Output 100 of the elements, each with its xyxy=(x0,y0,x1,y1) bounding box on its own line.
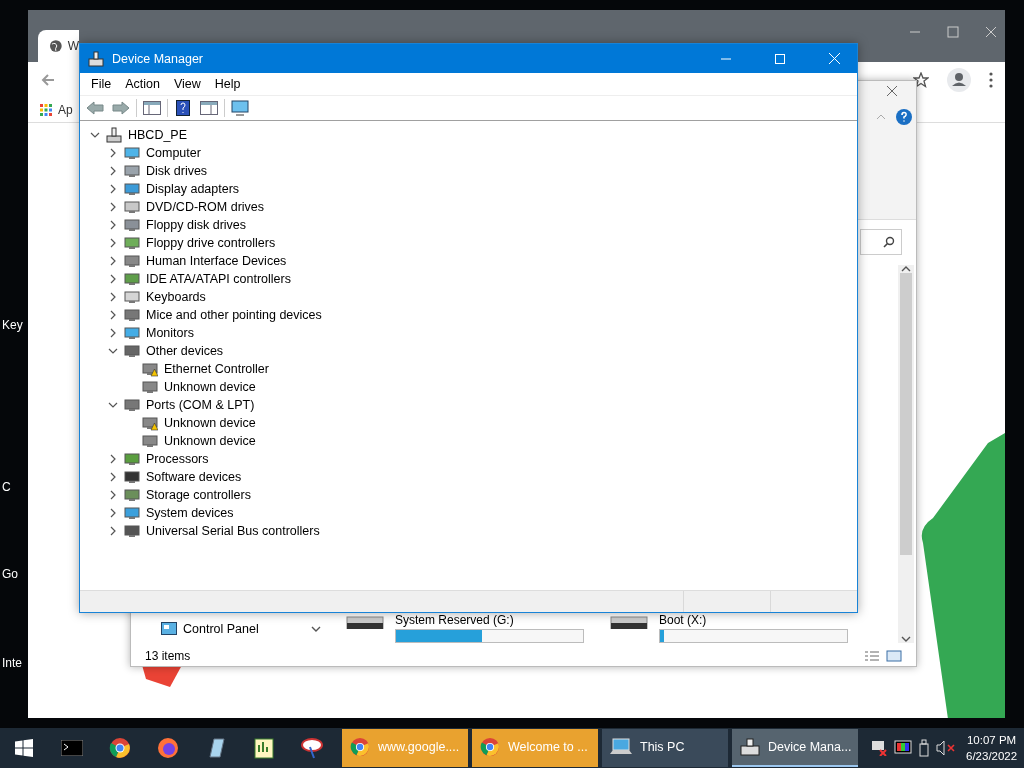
menu-item[interactable]: Action xyxy=(118,75,167,93)
tree-item[interactable]: Human Interface Devices xyxy=(88,252,857,270)
drive-name: Boot (X:) xyxy=(659,613,708,627)
globe-icon xyxy=(49,39,63,53)
clock[interactable]: 10:07 PM 6/23/2022 xyxy=(966,732,1018,764)
apps-grid-icon[interactable] xyxy=(40,104,52,116)
star-icon[interactable] xyxy=(913,72,929,88)
device-manager-icon xyxy=(740,738,760,756)
item-count: 13 items xyxy=(145,649,191,663)
scrollbar[interactable] xyxy=(898,265,914,643)
window-pane-icon xyxy=(143,101,161,115)
menu-item[interactable]: Help xyxy=(207,75,248,93)
tree-item[interactable]: Floppy drive controllers xyxy=(88,234,857,252)
chevron-down-icon xyxy=(90,130,100,140)
device-icon xyxy=(124,145,140,161)
tree-item[interactable]: Unknown device xyxy=(88,432,857,450)
computer-icon xyxy=(106,127,122,143)
help-icon[interactable] xyxy=(896,109,912,125)
desktop-icon-label: C xyxy=(2,480,11,494)
device-icon xyxy=(124,253,140,269)
tree-item[interactable]: HBCD_PE xyxy=(88,126,857,144)
browser-tab[interactable]: W xyxy=(38,30,79,62)
window-title: Device Manager xyxy=(112,51,204,66)
tab-title: W xyxy=(67,39,79,53)
close-icon[interactable] xyxy=(886,85,898,97)
date: 6/23/2022 xyxy=(966,749,1018,764)
device-icon xyxy=(124,451,140,467)
forward-arrow-icon xyxy=(112,101,130,115)
monitor-icon xyxy=(231,100,249,116)
scroll-up-icon[interactable] xyxy=(901,265,911,273)
tree-item[interactable]: Processors xyxy=(88,450,857,468)
device-icon xyxy=(124,469,140,485)
browser-icon xyxy=(350,737,370,757)
device-icon xyxy=(124,199,140,215)
device-icon xyxy=(124,181,140,197)
menu-icon[interactable] xyxy=(989,72,993,88)
tree-item[interactable]: Monitors xyxy=(88,324,857,342)
device-icon xyxy=(124,217,140,233)
tree-item[interactable]: Disk drives xyxy=(88,162,857,180)
taskbar-window-button[interactable]: Device Mana... xyxy=(732,729,858,767)
desktop-icon-label: Go xyxy=(2,567,18,581)
display-icon[interactable] xyxy=(894,740,912,756)
menu-item[interactable]: View xyxy=(166,75,208,93)
chevron-down-icon xyxy=(108,346,118,356)
scan-hardware-button[interactable] xyxy=(229,97,251,119)
tree-item[interactable]: Keyboards xyxy=(88,288,857,306)
nav-item[interactable]: Control Panel xyxy=(131,622,311,636)
tree-item[interactable]: Unknown device xyxy=(88,414,857,432)
tree-item[interactable]: IDE ATA/ATAPI controllers xyxy=(88,270,857,288)
control-panel-icon xyxy=(161,622,177,636)
desktop-icon-label: Key xyxy=(2,318,23,332)
tree-item[interactable]: Display adapters xyxy=(88,180,857,198)
tool-icon xyxy=(300,737,324,759)
tree-item[interactable]: Software devices xyxy=(88,468,857,486)
device-icon xyxy=(124,307,140,323)
back-arrow-icon xyxy=(86,101,104,115)
usb-drive-icon[interactable] xyxy=(918,739,930,757)
tree-item[interactable]: Universal Serial Bus controllers xyxy=(88,522,857,540)
tree-item[interactable]: Ethernet Controller xyxy=(88,360,857,378)
windows-logo-icon xyxy=(15,739,33,757)
muted-speaker-icon[interactable] xyxy=(936,740,956,756)
window-pane-icon xyxy=(200,101,218,115)
tree-item[interactable]: DVD/CD-ROM drives xyxy=(88,198,857,216)
drive-icon xyxy=(609,615,649,629)
search-field[interactable] xyxy=(860,229,902,255)
scroll-down-icon[interactable] xyxy=(901,635,911,643)
close-icon xyxy=(828,53,840,64)
back-arrow-icon[interactable] xyxy=(40,72,56,88)
time: 10:07 PM xyxy=(966,733,1017,748)
tree-item[interactable]: Mice and other pointing devices xyxy=(88,306,857,324)
chevron-down-icon[interactable] xyxy=(311,625,321,633)
taskbar-window-button[interactable]: This PC xyxy=(602,729,728,767)
device-icon xyxy=(124,523,140,539)
browser-icon xyxy=(109,737,131,759)
maximize-icon xyxy=(775,53,785,64)
menu-item[interactable]: File xyxy=(84,75,119,93)
browser-icon xyxy=(480,737,500,757)
drive-icon xyxy=(345,615,385,629)
device-icon xyxy=(124,325,140,341)
device-icon xyxy=(124,289,140,305)
maximize-icon[interactable] xyxy=(947,26,959,38)
device-icon xyxy=(124,271,140,287)
terminal-icon xyxy=(61,740,83,756)
bookmark-label[interactable]: Ap xyxy=(58,103,73,117)
tree-item[interactable]: Computer xyxy=(88,144,857,162)
tree-item[interactable]: Ports (COM & LPT) xyxy=(88,396,857,414)
search-icon xyxy=(883,236,895,248)
chevron-down-icon xyxy=(108,400,118,410)
tree-item[interactable]: Other devices xyxy=(88,342,857,360)
device-icon xyxy=(124,505,140,521)
tree-item[interactable]: Unknown device xyxy=(88,378,857,396)
device-icon xyxy=(124,235,140,251)
tree-item[interactable]: System devices xyxy=(88,504,857,522)
network-icon[interactable] xyxy=(870,740,888,756)
laptop-icon xyxy=(610,738,632,756)
tree-item[interactable]: Storage controllers xyxy=(88,486,857,504)
profile-icon[interactable] xyxy=(947,68,971,92)
tree-item[interactable]: Floppy disk drives xyxy=(88,216,857,234)
notepad-icon xyxy=(254,737,274,759)
device-manager-icon xyxy=(88,50,104,67)
